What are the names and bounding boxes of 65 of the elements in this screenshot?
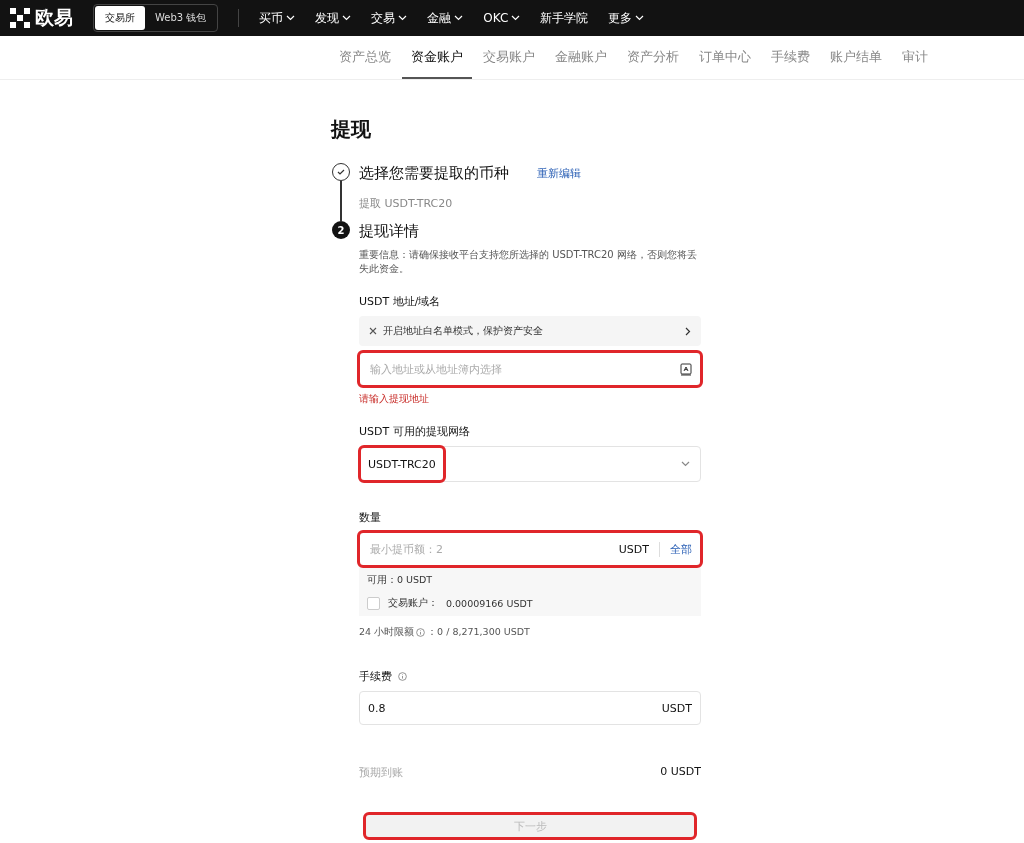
field-label: USDT 地址/域名 [359,294,441,309]
nav-item[interactable]: 金融 [427,9,464,27]
unit-text: USDT [618,542,649,556]
chevron-down-icon [454,15,464,21]
error-text: 请输入提现地址 [359,392,430,406]
transfer-value: 0.00009166 USDT [446,598,533,609]
account-tab[interactable]: 交易账户 [474,38,544,79]
step-title: 选择您需要提取的币种 [359,163,509,183]
fee-field[interactable]: 0.8 USDT [359,691,701,725]
step-title: 提现详情 [359,221,419,241]
account-tab[interactable]: 审计 [893,38,937,79]
network-value: USDT-TRC20 [360,447,444,481]
field-label: 数量 [359,510,381,525]
address-book-icon[interactable] [680,362,692,376]
info-icon [398,672,407,681]
whitelist-banner[interactable]: 开启地址白名单模式，保护资产安全 [359,316,701,346]
amount-input[interactable]: 最小提币额：2 [368,541,619,557]
nav-item[interactable]: 新手学院 [540,9,589,27]
account-tab[interactable]: 手续费 [762,38,819,79]
notice-text: 重要信息：请确保接收平台支持您所选择的 USDT-TRC20 网络，否则您将丢失此资金。 [359,248,698,276]
chevron-down-icon [286,15,296,21]
chevron-down-icon [342,15,352,21]
mode-tab[interactable]: Web3 钱包 [145,6,217,30]
info-icon [416,628,426,637]
chevron-down-icon [681,461,690,467]
chevron-down-icon [511,15,521,21]
step-number: 2 [332,221,350,239]
field-label: 手续费 [359,669,392,684]
limit-value: ：0 / 8,271,300 USDT [427,626,530,639]
receive-value: 0 USDT [660,765,701,780]
chevron-right-icon [685,326,691,336]
all-button[interactable]: 全部 [659,541,692,557]
banner-text: 开启地址白名单模式，保护资产安全 [383,324,544,338]
account-tab[interactable]: 账户结单 [821,38,891,79]
close-icon[interactable] [369,327,377,335]
nav-item[interactable]: 买币 [259,9,296,27]
account-tab[interactable]: 资产分析 [618,38,688,79]
address-field[interactable]: 输入地址或从地址簿内选择 [359,352,701,386]
account-tab[interactable]: 订单中心 [690,38,760,79]
nav-item[interactable]: 交易 [371,9,408,27]
network-select[interactable]: USDT-TRC20 [359,446,701,482]
step-summary: 提取 USDT-TRC20 [359,196,454,211]
nav-item[interactable]: 发现 [315,9,352,27]
brand-name: 欧易 [35,5,73,30]
limit-label: 24 小时限额 [359,626,415,639]
chevron-down-icon [635,15,645,21]
address-input[interactable]: 输入地址或从地址簿内选择 [368,361,680,377]
transfer-label: 交易账户： [388,597,438,610]
account-tab[interactable]: 资金账户 [402,38,472,79]
mode-tab[interactable]: 交易所 [95,6,145,30]
fee-value: 0.8 [368,701,386,715]
account-tab[interactable]: 资产总览 [330,38,400,79]
available-text: 可用：0 USDT [367,574,434,587]
nav-item[interactable]: 更多 [608,9,645,27]
unit-text: USDT [661,701,692,715]
amount-field[interactable]: 最小提币额：2 USDT 全部 [359,532,701,566]
receive-label: 预期到账 [359,765,403,780]
page-title: 提现 [331,116,372,143]
logo-icon [10,8,30,28]
chevron-down-icon [398,15,408,21]
checkbox[interactable] [367,597,380,610]
nav-item[interactable]: OKC [483,11,521,25]
field-label: USDT 可用的提现网络 [359,424,470,439]
account-tab[interactable]: 金融账户 [546,38,616,79]
edit-link[interactable]: 重新编辑 [537,165,581,181]
